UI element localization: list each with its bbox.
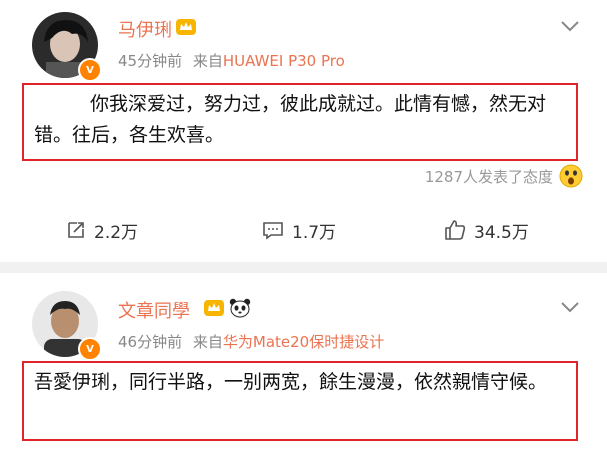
post-source[interactable]: HUAWEI P30 Pro — [223, 52, 345, 70]
crown-icon — [204, 300, 224, 316]
username[interactable]: 文章同學 — [118, 297, 190, 323]
like-icon — [445, 220, 466, 240]
verified-icon: V — [78, 337, 102, 361]
post-source[interactable]: 华为Mate20保时捷设计 — [223, 333, 384, 351]
crown-icon — [176, 19, 196, 35]
wow-emoji-icon — [559, 164, 583, 188]
post-meta: 45分钟前 来自HUAWEI P30 Pro — [118, 50, 345, 71]
post-time: 46分钟前 — [118, 333, 183, 351]
repost-icon — [68, 222, 84, 238]
source-prefix: 来自 — [192, 333, 223, 351]
repost-count: 2.2万 — [94, 222, 139, 243]
post-meta: 46分钟前 来自华为Mate20保时捷设计 — [118, 331, 384, 352]
comment-count: 1.7万 — [292, 222, 337, 243]
post-content: 吾愛伊琍，同行半路，一别两宽，餘生漫漫，依然親情守候。 — [22, 361, 578, 441]
comment-icon — [263, 222, 283, 240]
post-divider — [0, 262, 607, 273]
like-count: 34.5万 — [474, 222, 529, 243]
repost-button[interactable]: 2.2万 — [66, 210, 138, 250]
weibo-post-2: V 文章同學 46分钟前 来自华为Mate20保时捷设计 吾愛伊琍，同行半路，一… — [0, 273, 607, 475]
reaction-summary[interactable]: 1287人发表了态度 — [425, 163, 583, 189]
source-prefix: 来自 — [192, 52, 223, 70]
comment-button[interactable]: 1.7万 — [262, 210, 336, 250]
post-content: 你我深爱过，努力过，彼此成就过。此情有憾，然无对错。往后，各生欢喜。 — [22, 83, 578, 161]
post-time: 45分钟前 — [118, 52, 183, 70]
panda-icon — [229, 298, 251, 318]
verified-icon: V — [78, 58, 102, 82]
like-button[interactable]: 34.5万 — [444, 210, 529, 250]
reaction-text: 1287人发表了态度 — [424, 167, 553, 186]
weibo-post-1: V 马伊琍 45分钟前 来自HUAWEI P30 Pro 你我深爱过，努力过，彼… — [0, 0, 607, 262]
post-content-text: 吾愛伊琍，同行半路，一别两宽，餘生漫漫，依然親情守候。 — [34, 371, 548, 393]
username[interactable]: 马伊琍 — [118, 16, 172, 42]
post-content-text: 你我深爱过，努力过，彼此成就过。此情有憾，然无对错。往后，各生欢喜。 — [34, 93, 547, 146]
chevron-down-icon[interactable] — [560, 301, 580, 313]
chevron-down-icon[interactable] — [560, 20, 580, 32]
action-bar: 2.2万 1.7万 34.5万 — [0, 210, 607, 250]
